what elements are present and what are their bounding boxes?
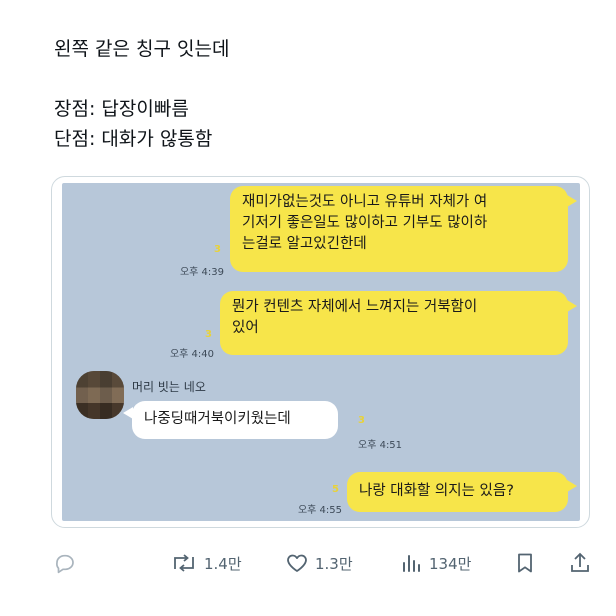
sender-name: 머리 빗는 네오 xyxy=(132,380,206,394)
post-line: 장점: 답장이빠름 xyxy=(54,98,189,120)
like-count: 1.3만 xyxy=(315,554,353,573)
retweet-count: 1.4만 xyxy=(204,554,242,573)
views-button[interactable]: 134만 xyxy=(399,545,471,581)
reply-button[interactable] xyxy=(53,545,83,581)
bookmark-button[interactable] xyxy=(513,545,537,581)
share-icon xyxy=(571,552,589,572)
chat-bubble-other: 나중딩때거북이키웠는데 xyxy=(132,401,338,439)
bookmark-icon xyxy=(518,553,532,573)
unread-count: 3 xyxy=(214,244,221,255)
bubble-tail xyxy=(567,480,577,492)
message-time: 오후 4:51 xyxy=(358,440,403,451)
unread-count: 5 xyxy=(332,484,339,495)
view-count: 134만 xyxy=(429,554,472,573)
post-blank-line xyxy=(54,64,229,94)
analytics-icon xyxy=(403,555,420,572)
retweet-icon xyxy=(174,554,194,572)
message-time: 오후 4:39 xyxy=(179,267,224,278)
bubble-tail xyxy=(567,300,577,312)
chat-screenshot: 재미가없는것도 아니고 유튜버 자체가 여 기저기 좋은일도 많이하고 기부도 … xyxy=(62,183,580,521)
bubble-tail xyxy=(567,195,577,207)
share-button[interactable] xyxy=(568,545,592,581)
post-text: 왼쪽 같은 칭구 잇는데 장점: 답장이빠름 단점: 대화가 않통함 xyxy=(54,34,229,154)
reply-icon xyxy=(56,554,74,574)
chat-bubble-mine: 뭔가 컨텐츠 자체에서 느껴지는 거북함이 있어 xyxy=(220,291,568,355)
attached-image[interactable]: 재미가없는것도 아니고 유튜버 자체가 여 기저기 좋은일도 많이하고 기부도 … xyxy=(51,176,590,528)
post-line: 단점: 대화가 않통함 xyxy=(54,128,213,150)
chat-bubble-mine: 나랑 대화할 의지는 있음? xyxy=(347,472,568,512)
avatar[interactable] xyxy=(76,371,124,419)
post-line: 왼쪽 같은 칭구 잇는데 xyxy=(54,38,230,60)
retweet-button[interactable]: 1.4만 xyxy=(170,545,242,581)
unread-count: 3 xyxy=(358,415,365,426)
action-bar: 1.4만 1.3만 134만 xyxy=(0,545,616,581)
message-time: 오후 4:40 xyxy=(169,349,214,360)
message-time: 오후 4:55 xyxy=(297,505,342,516)
bubble-tail xyxy=(123,407,133,419)
like-button[interactable]: 1.3만 xyxy=(285,545,353,581)
chat-bubble-mine: 재미가없는것도 아니고 유튜버 자체가 여 기저기 좋은일도 많이하고 기부도 … xyxy=(230,186,568,272)
unread-count: 3 xyxy=(205,329,212,340)
heart-icon xyxy=(287,554,307,572)
